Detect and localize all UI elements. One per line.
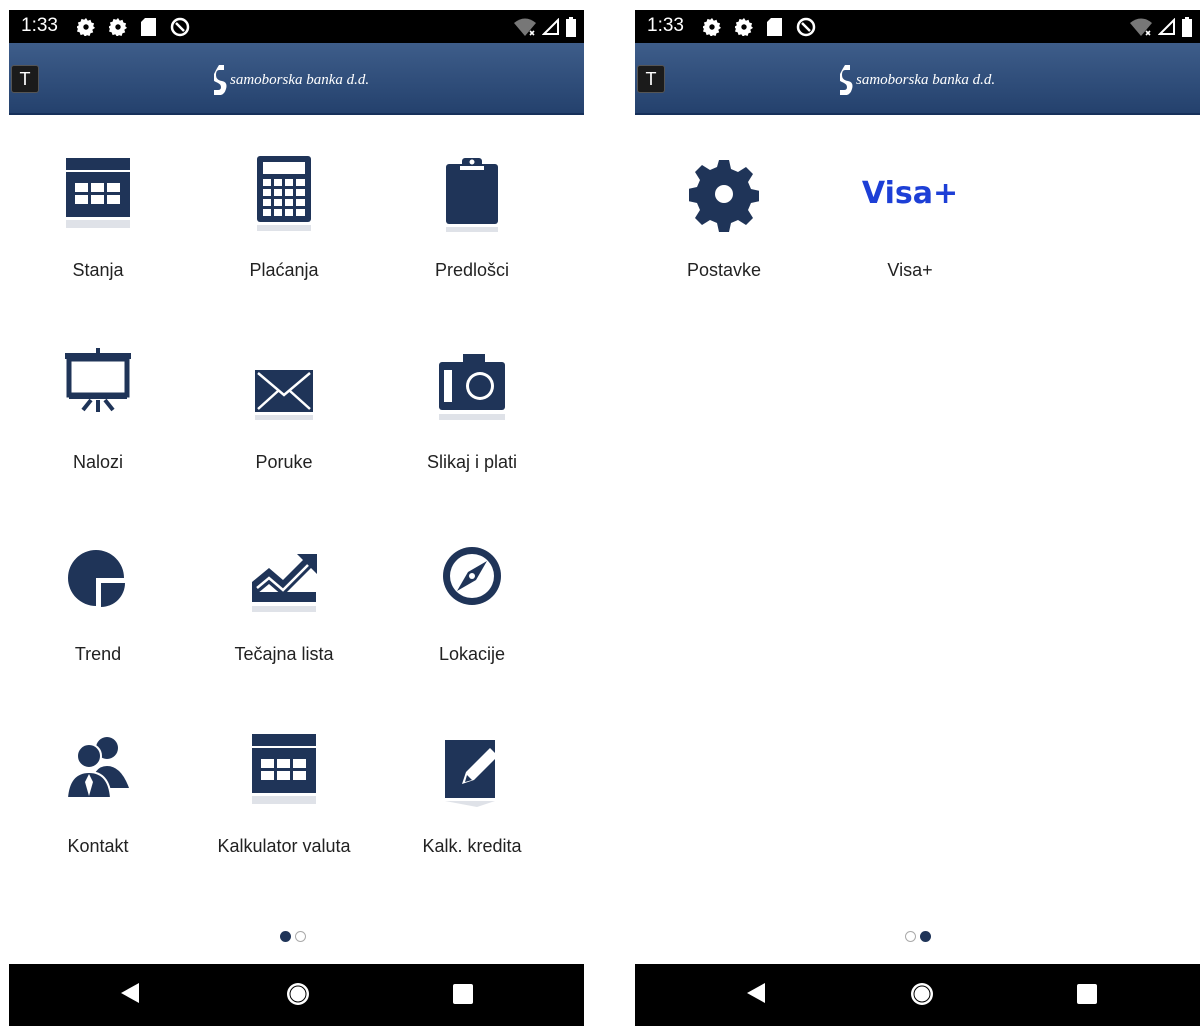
tile-kontakt[interactable]: Kontakt — [13, 708, 183, 878]
tile-label: Postavke — [686, 260, 762, 280]
status-time: 1:33 — [647, 15, 684, 36]
page-indicator — [905, 931, 931, 945]
recents-icon[interactable] — [1076, 983, 1098, 1005]
tile-label: Lokacije — [438, 644, 506, 664]
pencil-note-icon — [445, 740, 498, 807]
bank-name: samoborska banka d.d. — [856, 71, 996, 88]
page-indicator — [280, 931, 306, 945]
tile-label: Slikaj i plati — [426, 452, 518, 472]
bank-logo-icon — [840, 65, 853, 95]
tile-postavke[interactable]: Postavke — [639, 132, 809, 302]
page-dot-1-active[interactable] — [280, 931, 291, 942]
data-saver-icon — [796, 17, 816, 37]
tile-poruke[interactable]: Poruke — [199, 324, 369, 494]
tile-label: Kalk. kredita — [422, 836, 522, 856]
wifi-icon — [514, 18, 536, 36]
tile-slikaj-i-plati[interactable]: Slikaj i plati — [387, 324, 557, 494]
signal-icon — [1158, 18, 1175, 35]
app-header: T samoborska banka d.d. — [635, 43, 1200, 115]
tile-label: Kalkulator valuta — [217, 836, 351, 856]
sd-card-icon — [141, 18, 156, 36]
pie-chart-icon — [68, 550, 125, 607]
tile-label: Trend — [74, 644, 122, 664]
calculator-icon — [257, 156, 311, 231]
t-menu-button[interactable]: T — [11, 65, 39, 93]
tile-label: Tečajna lista — [234, 644, 334, 664]
tile-placanja[interactable]: Plaćanja — [199, 132, 369, 302]
people-icon — [65, 737, 129, 799]
presentation-board-icon — [65, 348, 131, 412]
tile-lokacije[interactable]: Lokacije — [387, 516, 557, 686]
recents-icon[interactable] — [452, 983, 474, 1005]
tile-visa-plus[interactable]: Visa+ Visa+ — [825, 132, 995, 302]
home-icon[interactable] — [285, 981, 311, 1007]
settings-status-icon-2 — [109, 18, 127, 36]
data-saver-icon — [170, 17, 190, 37]
system-nav-bar — [635, 964, 1200, 1026]
home-icon[interactable] — [909, 981, 935, 1007]
app-header: T samoborska banka d.d. — [9, 43, 584, 115]
tile-label: Poruke — [255, 452, 313, 472]
clipboard-icon — [446, 158, 498, 232]
home-screen-page-1: 1:33 T samoborska banka d.d. Stanja Plać… — [9, 10, 584, 1026]
tile-label: Plaćanja — [249, 260, 319, 280]
back-icon[interactable] — [119, 981, 141, 1005]
battery-icon — [1182, 17, 1192, 37]
settings-status-icon-2 — [735, 18, 753, 36]
bank-logo: samoborska banka d.d. — [840, 65, 995, 95]
settings-status-icon — [77, 18, 95, 36]
signal-icon — [542, 18, 559, 35]
t-menu-button[interactable]: T — [637, 65, 665, 93]
tile-stanja[interactable]: Stanja — [13, 132, 183, 302]
page-dot-1[interactable] — [905, 931, 916, 942]
status-bar: 1:33 — [635, 10, 1200, 43]
home-screen-page-2: 1:33 T samoborska banka d.d. Postavke Vi… — [635, 10, 1200, 1026]
camera-icon — [439, 354, 505, 420]
compass-icon — [443, 547, 501, 605]
tile-trend[interactable]: Trend — [13, 516, 183, 686]
tile-label: Nalozi — [72, 452, 124, 472]
tile-label: Stanja — [72, 260, 124, 280]
visa-plus-logo: Visa+ — [861, 176, 959, 211]
page-dot-2-active[interactable] — [920, 931, 931, 942]
tile-label: Kontakt — [67, 836, 129, 856]
page-dot-2[interactable] — [295, 931, 306, 942]
system-nav-bar — [9, 964, 584, 1026]
bank-logo: samoborska banka d.d. — [214, 65, 369, 95]
tile-predlosci[interactable]: Predlošci — [387, 132, 557, 302]
bank-name: samoborska banka d.d. — [230, 71, 370, 88]
tile-kalk-kredita[interactable]: Kalk. kredita — [387, 708, 557, 878]
tile-label: Predlošci — [434, 260, 510, 280]
sd-card-icon — [767, 18, 782, 36]
status-bar: 1:33 — [9, 10, 584, 43]
calendar-icon — [66, 158, 130, 228]
trend-chart-icon — [252, 554, 317, 612]
back-icon[interactable] — [745, 981, 767, 1005]
battery-icon — [566, 17, 576, 37]
wifi-icon — [1130, 18, 1152, 36]
tile-tecajna-lista[interactable]: Tečajna lista — [199, 516, 369, 686]
tile-nalozi[interactable]: Nalozi — [13, 324, 183, 494]
bank-logo-icon — [214, 65, 227, 95]
envelope-icon — [255, 370, 313, 420]
settings-status-icon — [703, 18, 721, 36]
calendar-icon — [252, 734, 316, 804]
status-time: 1:33 — [21, 15, 58, 36]
tile-kalkulator-valuta[interactable]: Kalkulator valuta — [199, 708, 369, 878]
tile-label: Visa+ — [887, 260, 933, 280]
gear-icon — [689, 160, 759, 232]
